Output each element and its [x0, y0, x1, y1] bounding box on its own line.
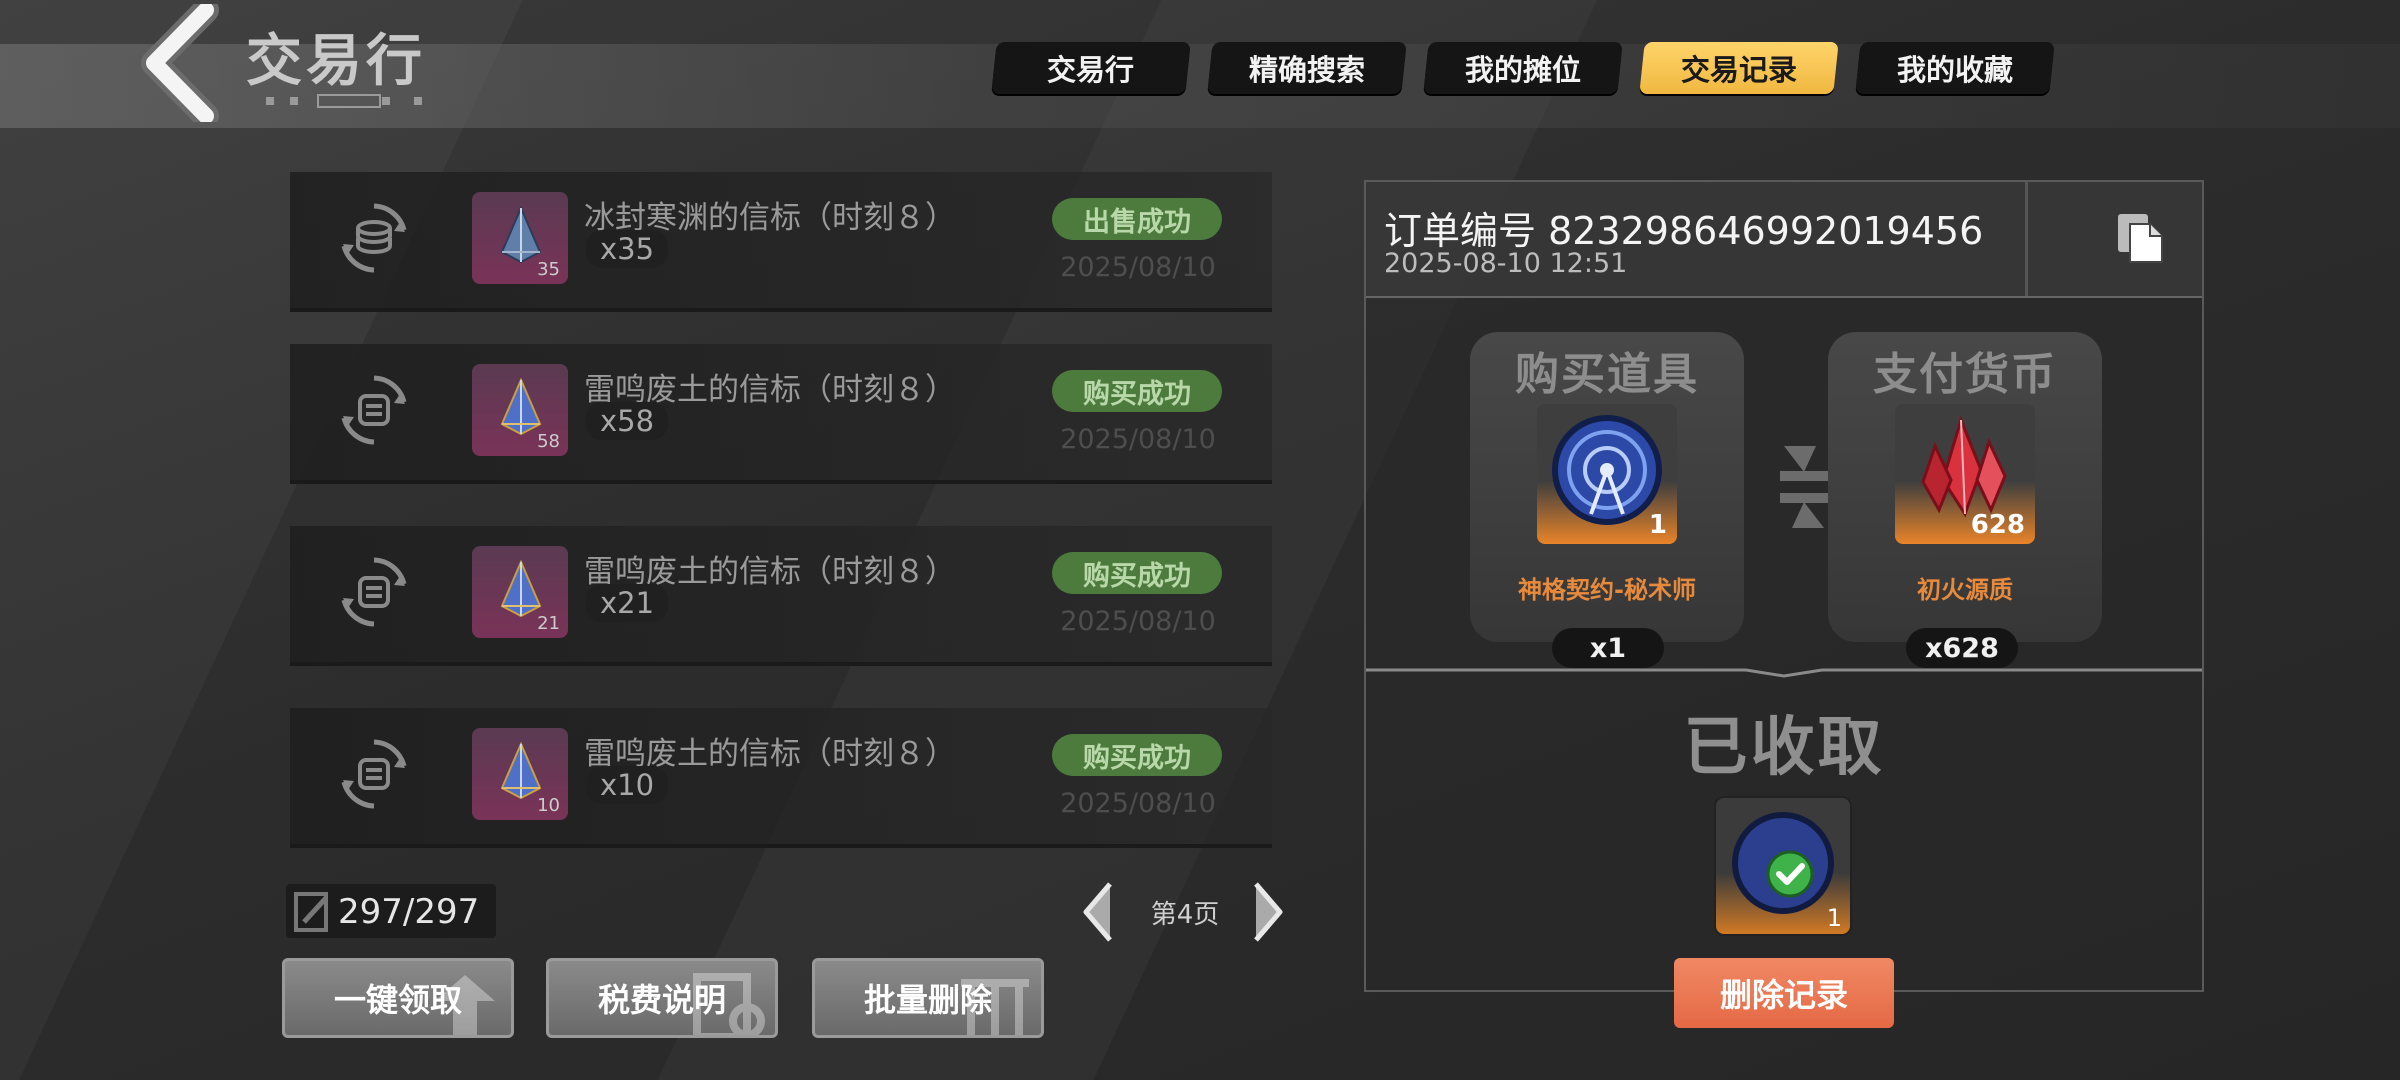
button-label: 税费说明	[597, 981, 726, 1019]
beacon-gem-icon	[500, 560, 542, 618]
record-quantity: x10	[586, 766, 669, 804]
order-time: 2025-08-10 12:51	[1384, 248, 1628, 279]
item-slot[interactable]: 35	[472, 192, 568, 284]
title-decoration	[266, 94, 422, 108]
order-number: 订单编号 823298646992019456	[1384, 209, 1984, 253]
card-title: 购买道具	[1515, 349, 1699, 400]
status-badge: 购买成功	[1052, 734, 1222, 776]
batch-delete-button[interactable]: 批量删除	[812, 958, 1044, 1038]
received-check-icon	[1732, 812, 1834, 914]
card-title: 支付货币	[1873, 349, 2057, 400]
tab-trading-house[interactable]: 交易行	[991, 42, 1191, 94]
counter-value: 297/297	[338, 892, 480, 932]
record-quantity: x58	[586, 402, 669, 440]
next-page-button[interactable]	[1248, 880, 1286, 944]
record-row[interactable]: 10 雷鸣废土的信标（时刻８） x10 购买成功 2025/08/10	[290, 708, 1272, 848]
item-count: 21	[537, 613, 560, 634]
button-label: 一键领取	[333, 981, 462, 1019]
chevron-left-icon	[141, 0, 219, 129]
tax-info-button[interactable]: 税费说明	[546, 958, 778, 1038]
item-count: 35	[537, 259, 560, 280]
record-quantity: x21	[586, 584, 669, 622]
record-date: 2025/08/10	[1060, 788, 1216, 819]
tab-label: 精确搜索	[1248, 53, 1365, 87]
item-name: 初火源质	[1917, 576, 2013, 604]
order-header: 订单编号 823298646992019456 2025-08-10 12:51	[1366, 182, 2202, 298]
item-count: 1	[1826, 904, 1842, 932]
tab-my-stall[interactable]: 我的摊位	[1423, 42, 1623, 94]
tab-label: 交易行	[1047, 53, 1135, 87]
record-row[interactable]: 21 雷鸣废土的信标（时刻８） x21 购买成功 2025/08/10	[290, 526, 1272, 666]
item-slot[interactable]: 10	[472, 728, 568, 820]
payment-currency-card: 支付货币 628 初火源质	[1828, 332, 2102, 642]
exchange-icon	[341, 375, 407, 445]
record-date: 2025/08/10	[1060, 252, 1216, 283]
item-slot[interactable]: 58	[472, 364, 568, 456]
coin-stack-exchange-icon	[341, 203, 407, 273]
beacon-gem-icon	[500, 742, 542, 800]
beacon-gem-icon	[500, 206, 542, 264]
item-count: 628	[1970, 510, 2025, 540]
record-counter: 297/297	[286, 884, 496, 938]
status-badge: 购买成功	[1052, 370, 1222, 412]
tab-label: 我的摊位	[1464, 53, 1581, 87]
tab-label: 交易记录	[1680, 53, 1797, 87]
claim-all-button[interactable]: 一键领取	[282, 958, 514, 1038]
item-count: 58	[537, 431, 560, 452]
copy-button[interactable]	[2025, 182, 2202, 296]
received-item-slot[interactable]: 1	[1714, 796, 1852, 936]
copy-icon	[2118, 214, 2163, 263]
tab-label: 我的收藏	[1896, 53, 2013, 87]
section-divider	[1366, 668, 2202, 678]
delete-record-button[interactable]: 删除记录	[1674, 958, 1894, 1028]
record-date: 2025/08/10	[1060, 424, 1216, 455]
pager: 第4页	[1080, 872, 1290, 952]
beacon-gem-icon	[500, 378, 542, 436]
tab-precise-search[interactable]: 精确搜索	[1207, 42, 1407, 94]
record-date: 2025/08/10	[1060, 606, 1216, 637]
payment-quantity: x628	[1906, 628, 2018, 668]
status-badge: 购买成功	[1052, 552, 1222, 594]
item-slot[interactable]: 21	[472, 546, 568, 638]
swap-arrows-icon	[1780, 446, 1828, 528]
tab-my-favorites[interactable]: 我的收藏	[1855, 42, 2055, 94]
record-quantity: x35	[586, 230, 669, 268]
tab-trade-records[interactable]: 交易记录	[1639, 42, 1839, 94]
item-name: 神格契约-秘术师	[1518, 576, 1696, 604]
page-label: 第4页	[1150, 900, 1220, 930]
page-title: 交易行	[246, 29, 426, 94]
notepad-icon	[294, 892, 328, 932]
tab-bar: 交易行 精确搜索 我的摊位 交易记录 我的收藏	[991, 42, 2055, 94]
item-count: 1	[1648, 510, 1667, 540]
back-button[interactable]	[136, 0, 226, 129]
order-detail-panel: 订单编号 823298646992019456 2025-08-10 12:51…	[1364, 180, 2204, 992]
prev-page-button[interactable]	[1080, 880, 1118, 944]
record-row[interactable]: 35 冰封寒渊的信标（时刻８） x35 出售成功 2025/08/10	[290, 172, 1272, 312]
received-label: 已收取	[1683, 711, 1885, 785]
exchange-icon	[341, 739, 407, 809]
item-slot[interactable]: 628	[1895, 404, 2035, 544]
purchased-item-card: 购买道具 1 神格契约-秘术师	[1470, 332, 1744, 642]
exchange-icon	[341, 557, 407, 627]
item-slot[interactable]: 1	[1537, 404, 1677, 544]
purchased-quantity: x1	[1552, 628, 1664, 668]
item-count: 10	[537, 795, 560, 816]
button-label: 批量删除	[863, 981, 992, 1019]
record-row[interactable]: 58 雷鸣废土的信标（时刻８） x58 购买成功 2025/08/10	[290, 344, 1272, 484]
status-badge: 出售成功	[1052, 198, 1222, 240]
